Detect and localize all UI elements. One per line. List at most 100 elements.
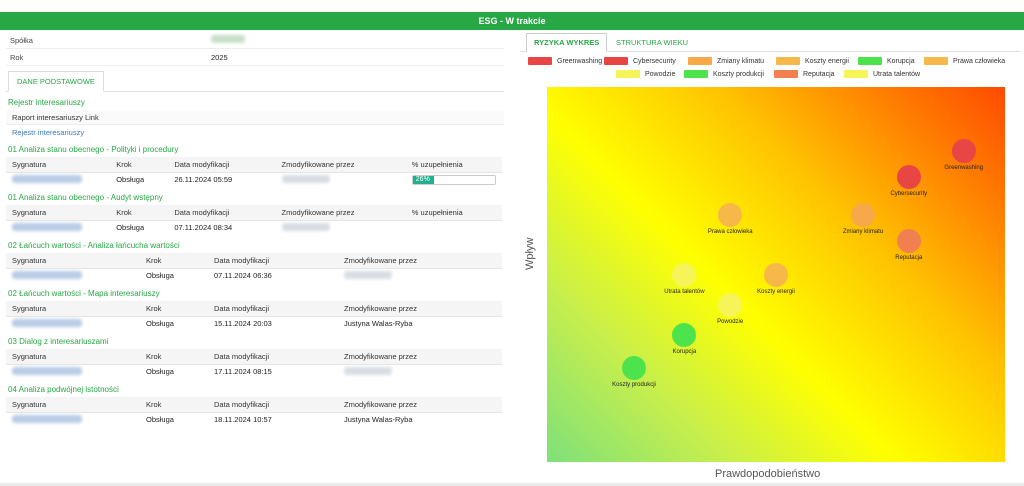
column-header: Zmodyfikowane przez	[344, 397, 502, 413]
completion-progress-fill: 26%	[412, 175, 435, 184]
signature-link[interactable]	[6, 316, 146, 331]
legend-item[interactable]: Zmiany klimatu	[688, 57, 764, 65]
signature-value	[12, 270, 82, 279]
legend-item[interactable]: Greenwashing	[528, 57, 602, 65]
legend-item[interactable]: Korupcja	[858, 57, 915, 65]
column-header: Krok	[116, 157, 175, 173]
section-title: 02 Łańcuch wartości - Mapa interesariusz…	[8, 289, 160, 298]
year-row: Rok 2025	[6, 49, 504, 66]
column-header: Sygnatura	[6, 397, 146, 413]
table-row[interactable]: Obsługa 07.11.2024 06:36	[6, 268, 502, 283]
legend-swatch	[616, 70, 640, 78]
column-header: Zmodyfikowane przez	[344, 253, 502, 269]
legend-swatch	[528, 57, 552, 65]
table-row[interactable]: Obsługa 26.11.2024 05:59 26%	[6, 172, 502, 187]
risk-bubble-label: Powodzie	[717, 318, 744, 325]
table-row[interactable]: Obsługa 15.11.2024 20:03 Justyna Walas-Ryb…	[6, 316, 502, 331]
column-header: Sygnatura	[6, 157, 117, 173]
register-link[interactable]: Rejestr interesariuszy	[6, 125, 504, 139]
legend-swatch	[924, 57, 948, 65]
legend-item[interactable]: Koszty produkcji	[684, 70, 764, 78]
signature-link[interactable]	[6, 364, 146, 379]
legend-item[interactable]: Powodzie	[616, 70, 675, 78]
step-value: Obsługa	[146, 367, 174, 377]
section-title: 02 Łańcuch wartości - Analiza łańcucha w…	[8, 241, 180, 250]
column-header: % uzupełnienia	[411, 205, 502, 221]
column-header: Sygnatura	[6, 301, 146, 317]
modified-by-value	[344, 366, 392, 375]
tab-ryzyka-wykres[interactable]: RYZYKA WYKRES	[526, 33, 608, 52]
tab-struktura-wieku[interactable]: STRUKTURA WIEKU	[608, 33, 696, 52]
column-header: Krok	[146, 397, 214, 413]
legend-swatch	[776, 57, 800, 65]
legend-item[interactable]: Prawa człowieka	[924, 57, 1005, 65]
section-table: Sygnatura Krok Data modyfikacji Zmodyfikowa…	[6, 253, 502, 283]
risk-bubble[interactable]	[622, 356, 647, 381]
risk-bubble-label: Reputacja	[895, 254, 923, 261]
signature-value	[12, 366, 82, 375]
risk-bubble[interactable]	[718, 292, 743, 317]
risk-bubble[interactable]	[672, 262, 697, 287]
window-title: ESG - W trakcie	[0, 12, 1024, 30]
risk-bubble[interactable]	[764, 262, 788, 287]
legend-label: Prawa człowieka	[953, 57, 1006, 65]
signature-link[interactable]	[6, 220, 116, 235]
register-sub-label: Raport interesariuszy Link	[6, 110, 504, 125]
table-row[interactable]: Obsługa 07.11.2024 08:34	[6, 220, 502, 235]
table-row[interactable]: Obsługa 18.11.2024 10:57 Justyna Walas-Ryb…	[6, 412, 502, 427]
table-row[interactable]: Obsługa 17.11.2024 08:15	[6, 364, 502, 379]
section-table: Sygnatura Krok Data modyfikacji Zmodyfikowa…	[6, 349, 502, 379]
signature-value	[12, 318, 82, 327]
company-row: Spółka	[6, 32, 504, 49]
signature-value	[12, 414, 82, 423]
legend-item[interactable]: Koszty energii	[776, 57, 849, 65]
signature-link[interactable]	[6, 172, 116, 187]
modified-by: Justyna Walas-Ryba	[344, 415, 413, 425]
signature-link[interactable]	[6, 268, 146, 283]
legend-item[interactable]: Utrata talentów	[844, 70, 920, 78]
legend-swatch	[858, 57, 882, 65]
step-value: Obsługa	[116, 223, 145, 233]
signature-link[interactable]	[6, 412, 146, 427]
risk-bubble[interactable]	[718, 202, 743, 227]
risk-bubble[interactable]	[672, 322, 697, 347]
step-value: Obsługa	[146, 271, 174, 281]
column-header: Sygnatura	[6, 253, 146, 269]
legend-label: Greenwashing	[557, 57, 603, 65]
section-title: 01 Analiza stanu obecnego - Polityki i p…	[8, 145, 179, 154]
signature-value	[12, 222, 82, 231]
legend-label: Utrata talentów	[873, 70, 921, 78]
modified-by: Justyna Walas-Ryba	[344, 319, 413, 329]
column-header: Krok	[146, 301, 214, 317]
risk-bubble-label: Koszty energii	[757, 288, 795, 295]
legend-label: Koszty produkcji	[713, 70, 764, 78]
legend-item[interactable]: Reputacja	[774, 70, 835, 78]
column-header: Data modyfikacji	[174, 157, 282, 173]
date-value: 15.11.2024 20:03	[214, 319, 272, 329]
column-header: Data modyfikacji	[174, 205, 282, 221]
right-tabs: RYZYKA WYKRES STRUKTURA WIEKU	[520, 32, 1020, 52]
date-value: 26.11.2024 05:59	[174, 175, 233, 185]
column-header: Zmodyfikowane przez	[281, 205, 412, 221]
risk-plot-area: Greenwashing Cybersecurity Zmiany klimatu K…	[547, 87, 1005, 462]
legend-item[interactable]: Cybersecurity	[604, 57, 676, 65]
column-header: Zmodyfikowane przez	[281, 157, 412, 173]
tab-dane-podstawowe[interactable]: DANE PODSTAWOWE	[8, 71, 104, 92]
risk-bubble-label: Greenwashing	[944, 164, 984, 171]
risk-bubble[interactable]	[896, 228, 921, 253]
modified-by-value	[344, 270, 392, 279]
company-label: Spółka	[10, 35, 33, 45]
column-header: Data modyfikacji	[214, 253, 344, 269]
risk-bubble[interactable]	[951, 138, 976, 163]
column-header: Data modyfikacji	[214, 301, 344, 317]
modified-by	[281, 220, 412, 235]
right-panel: RYZYKA WYKRES STRUKTURA WIEKU Greenwashi…	[520, 32, 1020, 486]
section-table: Sygnatura Krok Data modyfikacji Zmodyfikowa…	[6, 205, 502, 235]
legend-label: Cybersecurity	[633, 57, 676, 65]
risk-bubble[interactable]	[851, 202, 876, 227]
column-header: Data modyfikacji	[214, 397, 344, 413]
top-bar	[0, 0, 1024, 12]
column-header: Krok	[116, 205, 175, 221]
column-header: Data modyfikacji	[214, 349, 344, 365]
risk-bubble[interactable]	[896, 165, 921, 189]
